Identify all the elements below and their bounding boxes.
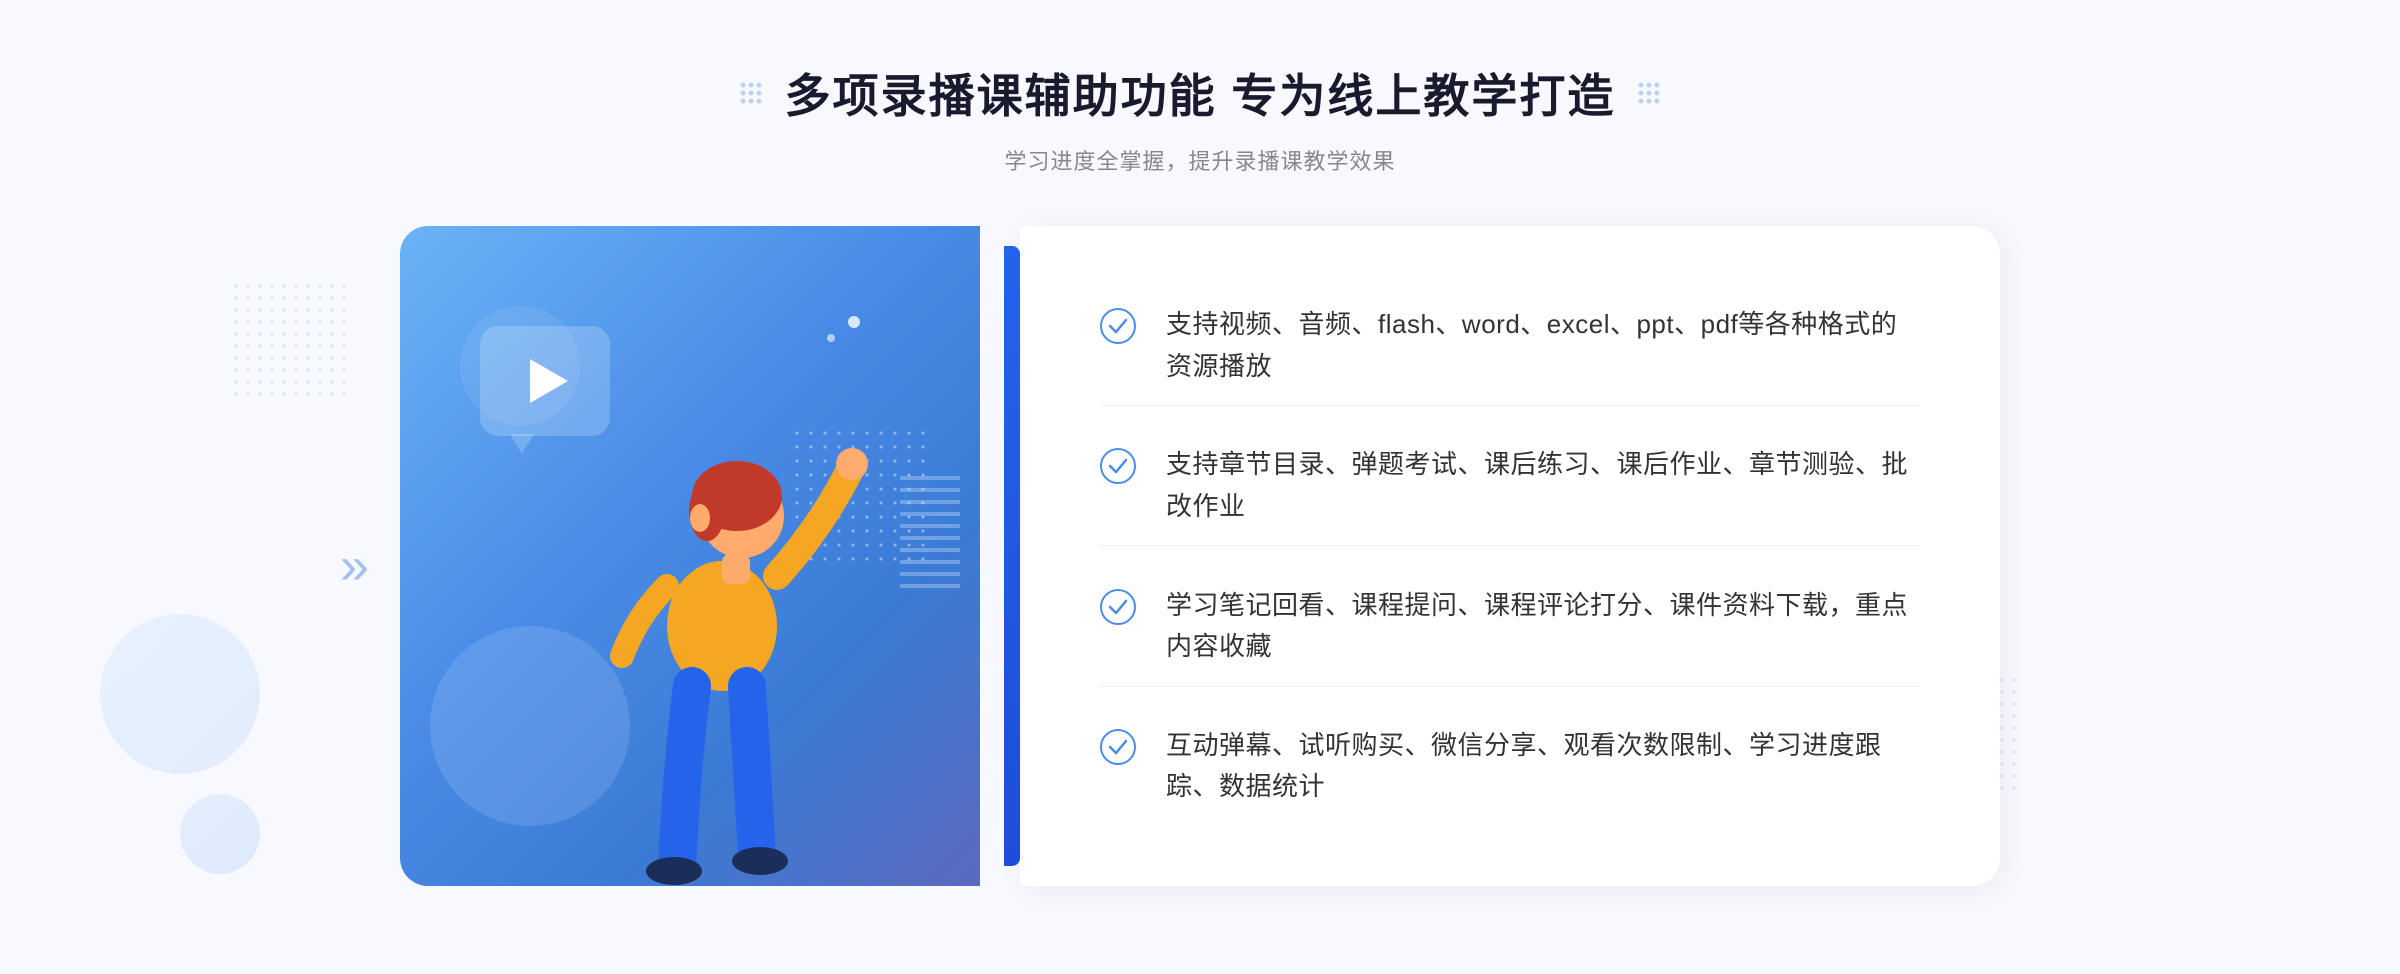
header-section: 多项录播课辅助功能 专为线上教学打造 学习进度全掌握，提升录播课教学效果: [737, 60, 1664, 176]
spark-2: [827, 334, 835, 342]
feature-text-1: 支持视频、音频、flash、word、excel、ppt、pdf等各种格式的资源…: [1166, 304, 1920, 387]
content-area: » 支持视频、音频、flash、word、excel、ppt、pdf等各种格式的…: [400, 226, 2000, 906]
accent-bar: [1004, 246, 1020, 866]
chevron-decoration: »: [340, 540, 369, 592]
check-icon-1: [1100, 308, 1136, 344]
deco-circle-2: [180, 794, 260, 874]
feature-item-1: 支持视频、音频、flash、word、excel、ppt、pdf等各种格式的资源…: [1100, 286, 1920, 406]
check-icon-3: [1100, 589, 1136, 625]
dots-decoration-left: [230, 280, 350, 400]
stripe-deco: [900, 476, 960, 596]
page-container: 多项录播课辅助功能 专为线上教学打造 学习进度全掌握，提升录播课教学效果: [0, 0, 2400, 974]
feature-item-2: 支持章节目录、弹题考试、课后练习、课后作业、章节测验、批改作业: [1100, 426, 1920, 546]
feature-text-2: 支持章节目录、弹题考试、课后练习、课后作业、章节测验、批改作业: [1166, 444, 1920, 527]
spark-1: [848, 316, 860, 328]
page-title: 多项录播课辅助功能 专为线上教学打造: [785, 60, 1616, 126]
title-deco-left: [737, 79, 765, 107]
check-icon-2: [1100, 448, 1136, 484]
feature-item-3: 学习笔记回看、课程提问、课程评论打分、课件资料下载，重点内容收藏: [1100, 567, 1920, 687]
check-icon-4: [1100, 729, 1136, 765]
illustration-panel: »: [400, 226, 1020, 906]
title-deco-right: [1635, 79, 1663, 107]
feature-text-3: 学习笔记回看、课程提问、课程评论打分、课件资料下载，重点内容收藏: [1166, 585, 1920, 668]
page-subtitle: 学习进度全掌握，提升录播课教学效果: [737, 144, 1664, 176]
deco-circle-1: [100, 614, 260, 774]
features-panel: 支持视频、音频、flash、word、excel、ppt、pdf等各种格式的资源…: [1020, 226, 2000, 886]
illustration-bg: [400, 226, 980, 886]
title-row: 多项录播课辅助功能 专为线上教学打造: [737, 60, 1664, 126]
feature-text-4: 互动弹幕、试听购买、微信分享、观看次数限制、学习进度跟踪、数据统计: [1166, 725, 1920, 808]
person-illustration: [562, 346, 882, 886]
feature-item-4: 互动弹幕、试听购买、微信分享、观看次数限制、学习进度跟踪、数据统计: [1100, 707, 1920, 826]
